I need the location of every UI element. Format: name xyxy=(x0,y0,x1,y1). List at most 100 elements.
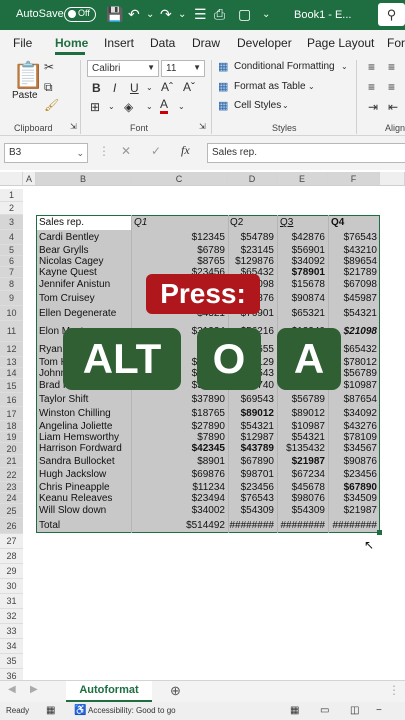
outdent-icon[interactable]: ⇤ xyxy=(388,100,398,114)
select-all-corner[interactable] xyxy=(0,172,23,186)
cell-styles-button[interactable]: Cell Styles xyxy=(234,100,281,111)
table-cell-q3[interactable]: $45678 xyxy=(277,482,325,493)
align-middle-icon[interactable]: ≡ xyxy=(368,80,375,94)
tab-home[interactable]: Home xyxy=(55,36,88,50)
table-cell-name[interactable]: Total xyxy=(39,518,131,534)
table-cell-q3[interactable]: $135432 xyxy=(277,443,325,455)
formula-input[interactable]: Sales rep. xyxy=(207,143,405,163)
table-cell-q1[interactable]: $18765 xyxy=(131,407,225,421)
table-cell-q4[interactable]: $34509 xyxy=(328,493,377,504)
redo-dropdown-icon[interactable]: ⌄ xyxy=(178,9,186,20)
name-box[interactable]: B3 ⌄ xyxy=(4,143,88,163)
format-painter-icon[interactable]: 🖌 xyxy=(44,98,59,112)
font-launcher-icon[interactable]: ⇲ xyxy=(199,122,206,131)
column-header-f[interactable]: F xyxy=(328,172,380,186)
table-cell-q4[interactable]: $45987 xyxy=(328,291,377,306)
table-cell-q2[interactable]: $12987 xyxy=(228,432,274,443)
table-cell-q4[interactable]: $87654 xyxy=(328,393,377,407)
clipboard-launcher-icon[interactable]: ⇲ xyxy=(70,122,77,131)
row-header[interactable]: 34 xyxy=(0,639,23,654)
table-cell-q3[interactable]: $15678 xyxy=(277,278,325,291)
paste-label[interactable]: Paste xyxy=(12,90,38,101)
row-header[interactable]: 21 xyxy=(0,455,23,468)
table-cell-q3[interactable]: ######## xyxy=(277,518,326,534)
table-cell-name[interactable]: Liam Hemsworthy xyxy=(39,432,131,443)
table-cell-name[interactable]: Will Slow down xyxy=(39,504,131,518)
header-cell-sales-rep[interactable]: Sales rep. xyxy=(39,215,129,230)
table-cell-q4[interactable]: $21987 xyxy=(328,504,377,518)
cut-icon[interactable]: ✂ xyxy=(44,60,54,74)
table-cell-q3[interactable]: $56901 xyxy=(277,245,325,256)
table-cell-q2[interactable]: $67890 xyxy=(228,455,274,468)
row-header[interactable]: 8 xyxy=(0,278,23,291)
page-break-icon[interactable]: ◫ xyxy=(350,705,359,716)
paste-icon[interactable]: 📋 xyxy=(12,60,44,91)
header-cell-q2[interactable]: Q2 xyxy=(230,215,275,230)
fill-color-icon[interactable]: ◈ xyxy=(124,100,133,114)
table-cell-q2[interactable]: $23456 xyxy=(228,482,274,493)
table-cell-q3[interactable]: $34092 xyxy=(277,256,325,267)
row-header[interactable]: 33 xyxy=(0,624,23,639)
row-header[interactable]: 10 xyxy=(0,306,23,321)
table-cell-q2[interactable]: $43789 xyxy=(228,443,274,455)
table-cell-q4[interactable]: $34092 xyxy=(328,407,377,421)
tab-file[interactable]: File xyxy=(13,36,32,50)
row-header[interactable]: 22 xyxy=(0,468,23,482)
table-cell-q4[interactable]: $21789 xyxy=(328,267,377,278)
table-cell-q2[interactable]: $89012 xyxy=(228,407,274,421)
table-cell-name[interactable]: Nicolas Cagey xyxy=(39,256,131,267)
table-cell-q3[interactable]: $89012 xyxy=(277,407,325,421)
table-cell-q1[interactable]: $7890 xyxy=(131,432,225,443)
table-cell-q1[interactable]: $37890 xyxy=(131,393,225,407)
align-right-icon[interactable]: ≡ xyxy=(388,80,395,94)
scroll-right-icon[interactable]: ▶ xyxy=(30,684,38,695)
table-cell-q3[interactable]: $56789 xyxy=(277,393,325,407)
table-cell-q3[interactable]: $21987 xyxy=(277,455,325,468)
row-header[interactable]: 28 xyxy=(0,549,23,564)
row-header[interactable]: 35 xyxy=(0,654,23,669)
column-header-e[interactable]: E xyxy=(277,172,328,186)
scroll-left-icon[interactable]: ◀ xyxy=(8,684,16,695)
table-cell-q2[interactable]: $129876 xyxy=(228,256,274,267)
draw-icon[interactable]: ▢ xyxy=(238,6,251,23)
row-header[interactable]: 36 xyxy=(0,669,23,680)
table-cell-q4[interactable]: $34567 xyxy=(328,443,377,455)
accessibility-status[interactable]: Accessibility: Good to go xyxy=(88,706,176,715)
row-header[interactable]: 26 xyxy=(0,518,23,534)
column-header-d[interactable]: D xyxy=(228,172,277,186)
row-header[interactable]: 29 xyxy=(0,564,23,579)
redo-icon[interactable]: ↷ xyxy=(160,6,172,23)
format-as-table-button[interactable]: Format as Table xyxy=(234,81,306,92)
table-cell-name[interactable]: Winston Chilling xyxy=(39,407,131,421)
macro-record-icon[interactable]: ▦ xyxy=(46,705,55,716)
row-header[interactable]: 23 xyxy=(0,482,23,493)
cancel-icon[interactable]: ✕ xyxy=(121,144,131,158)
table-cell-q4[interactable]: $78109 xyxy=(328,432,377,443)
table-cell-name[interactable]: Hugh Jackslow xyxy=(39,468,131,482)
increase-font-icon[interactable]: Aˆ xyxy=(161,80,173,94)
row-header[interactable]: 16 xyxy=(0,393,23,407)
table-cell-q1[interactable]: $6789 xyxy=(131,245,225,256)
table-cell-q1[interactable]: $8901 xyxy=(131,455,225,468)
row-header[interactable]: 2 xyxy=(0,202,23,215)
table-cell-q1[interactable]: $42345 xyxy=(131,443,225,455)
font-color-dropdown-icon[interactable]: ⌄ xyxy=(178,102,185,111)
row-header[interactable]: 9 xyxy=(0,291,23,306)
table-cell-q3[interactable]: $67234 xyxy=(277,468,325,482)
table-cell-name[interactable]: Jennifer Anistun xyxy=(39,278,131,291)
table-cell-q4[interactable]: $43276 xyxy=(328,421,377,432)
table-cell-q3[interactable]: $78901 xyxy=(277,267,325,278)
row-header[interactable]: 4 xyxy=(0,230,23,245)
table-cell-q2[interactable]: $76543 xyxy=(228,493,274,504)
table-cell-name[interactable]: Bear Grylls xyxy=(39,245,131,256)
table-cell-q4[interactable]: $43210 xyxy=(328,245,377,256)
table-cell-q4[interactable]: $89654 xyxy=(328,256,377,267)
table-cell-q3[interactable]: $42876 xyxy=(277,230,325,245)
table-cell-q4[interactable]: $67890 xyxy=(328,482,377,493)
table-cell-q2[interactable]: ######## xyxy=(228,518,275,534)
table-cell-q2[interactable]: $69543 xyxy=(228,393,274,407)
page-layout-icon[interactable]: ▭ xyxy=(320,705,329,716)
row-header[interactable]: 5 xyxy=(0,245,23,256)
table-cell-q2[interactable]: $54309 xyxy=(228,504,274,518)
table-cell-q3[interactable]: $65321 xyxy=(277,306,325,321)
